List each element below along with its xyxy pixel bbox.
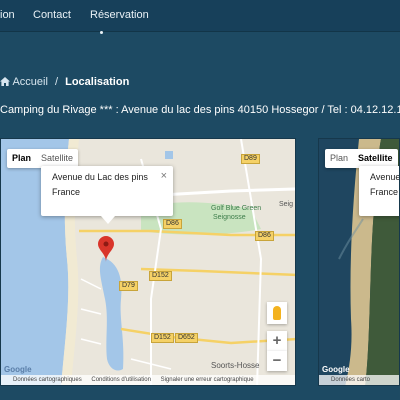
road-label-d652: D652 (175, 333, 198, 343)
location-marker-icon[interactable] (98, 236, 114, 262)
zoom-in-button[interactable]: + (267, 331, 287, 351)
map-type-plan-button[interactable]: Plan (7, 149, 36, 168)
home-icon[interactable] (0, 77, 10, 86)
sat-map-attribution: Données carto (319, 375, 399, 385)
road-label-d152: D152 (149, 271, 172, 281)
attribution-terms-link[interactable]: Conditions d'utilisation (91, 377, 151, 383)
nav-item-localisation[interactable]: ion (0, 9, 15, 21)
sat-map-type-plan-button[interactable]: Plan (325, 149, 353, 168)
map-attribution: Données cartographiques Conditions d'uti… (1, 375, 295, 385)
attribution-report-error-link[interactable]: Signaler une erreur cartographique (161, 377, 254, 383)
info-window-country: France (52, 187, 81, 197)
road-label-d79: D79 (119, 281, 138, 291)
info-window-pointer (101, 216, 115, 224)
nav-active-indicator (100, 31, 103, 34)
road-label-d86-east: D86 (255, 231, 274, 241)
breadcrumb-current: Localisation (65, 76, 130, 88)
sat-map-info-window: Avenue France (359, 166, 400, 216)
nav-item-contact[interactable]: Contact (33, 9, 71, 21)
breadcrumb-separator: / (54, 76, 59, 88)
road-label-d152-south: D152 (151, 333, 174, 343)
road-label-d89: D89 (241, 154, 260, 164)
sat-info-window-country: France (370, 187, 399, 197)
zoom-out-button[interactable]: − (267, 351, 287, 371)
map-satellite[interactable]: Plan Satellite Avenue France Google Donn… (318, 138, 400, 386)
attribution-map-data-link[interactable]: Données cartographiques (13, 377, 82, 383)
golf-sub-label: Seignosse (213, 214, 246, 221)
info-window-address: Avenue du Lac des pins (52, 172, 148, 182)
nav-item-reservation[interactable]: Réservation (90, 9, 149, 21)
map-plan[interactable]: D89 D86 D86 D152 D79 D152 D652 Golf Blue… (0, 138, 296, 386)
top-navigation: ion Contact Réservation (0, 0, 400, 32)
breadcrumb-home-link[interactable]: Accueil (12, 76, 47, 88)
google-logo[interactable]: Google (4, 365, 32, 374)
town-label-soorts: Soorts-Hosse (211, 361, 260, 370)
map-info-window: Avenue du Lac des pins France × (41, 166, 173, 216)
address-line: Camping du Rivage *** : Avenue du lac de… (0, 104, 400, 116)
address-text: Camping du Rivage *** : Avenue du lac de… (0, 104, 400, 116)
sat-attribution-map-data-link[interactable]: Données carto (331, 377, 370, 383)
breadcrumb: Accueil / Localisation (0, 76, 129, 88)
info-window-close-button[interactable]: × (161, 170, 167, 182)
sat-info-window-address: Avenue (370, 172, 400, 182)
street-view-pegman-icon[interactable] (267, 302, 287, 324)
golf-label: Golf Blue Green (211, 205, 262, 212)
road-label-d86: D86 (163, 219, 182, 229)
sat-google-logo[interactable]: Google (322, 365, 350, 374)
town-label-seignosse: Seig (279, 201, 294, 208)
